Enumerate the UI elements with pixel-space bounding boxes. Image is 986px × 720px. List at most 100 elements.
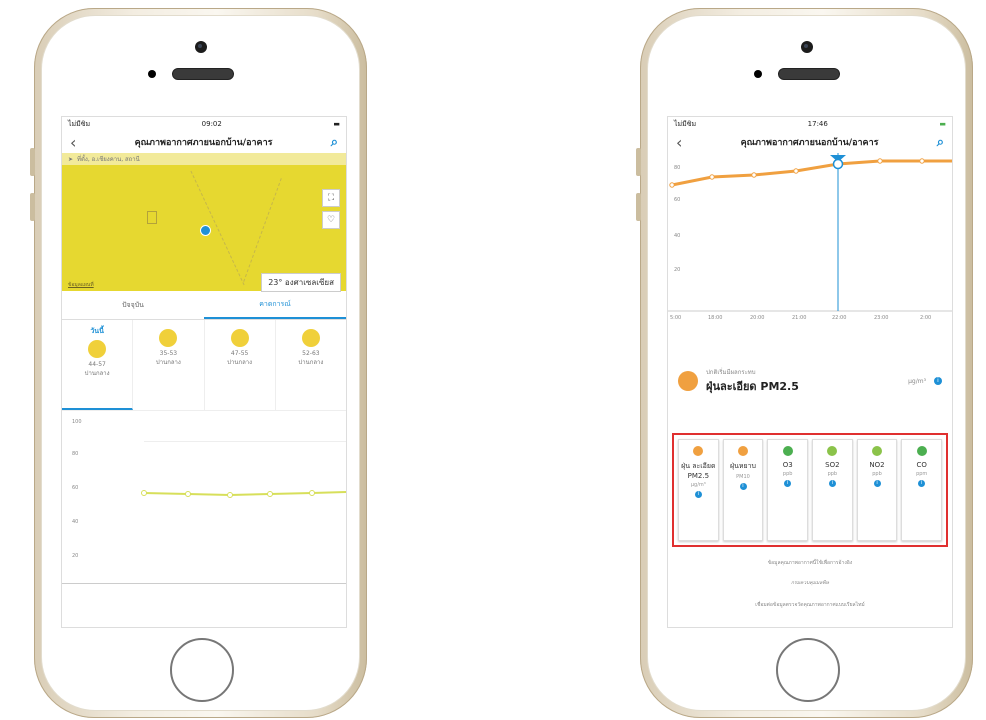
pollutant-name: SO2 (825, 461, 840, 469)
search-icon[interactable]: ⌕ (937, 135, 944, 150)
sensor-dot (754, 70, 762, 78)
info-icon[interactable]: i (873, 480, 881, 487)
forecast-desc: ปานกลาง (155, 359, 181, 366)
left-app-screen: ไม่มีซิม 09:02 ▬ ‹ คุณภาพอากาศภายนอกบ้าน… (61, 116, 347, 628)
forecast-desc: ปานกลาง (227, 359, 253, 366)
carrier-label: ไม่มีซิม (68, 119, 91, 128)
pollutant-card[interactable]: NO2 ppb i (856, 439, 898, 541)
selected-point (832, 158, 844, 170)
pollutant-unit: PM10 (736, 474, 750, 480)
left-phone-frame: ไม่มีซิม 09:02 ▬ ‹ คุณภาพอากาศภายนอกบ้าน… (30, 8, 367, 718)
footer-realtime-note: เชื่อมต่อข้อมูลตรวจวัดคุณภาพอากาศแบบเรีย… (755, 602, 865, 608)
current-location-dot (200, 225, 211, 236)
info-icon[interactable]: i (918, 480, 926, 487)
pollutant-unit: ppb (872, 471, 882, 477)
nav-bar: ‹ คุณภาพอากาศภายนอกบ้าน/อาคาร ⌕ (62, 131, 346, 153)
search-icon[interactable]: ⌕ (331, 135, 338, 150)
sensor-dot (148, 70, 156, 78)
map-road (190, 170, 245, 286)
location-text: ที่ตั้ง, อ.เชียงคาน, สถานี (77, 156, 140, 163)
forecast-desc: ปานกลาง (84, 370, 110, 377)
pollutant-status-dot (827, 446, 838, 456)
time-label: 09:02 (201, 120, 222, 128)
quality-pollutant: ฝุ่นละเอียด PM2.5 (706, 380, 799, 393)
info-icon[interactable]: i (784, 480, 792, 487)
quality-unit: µg/m³ (908, 377, 926, 385)
forecast-day[interactable]: 35-53 ปานกลาง (133, 320, 205, 410)
x-tick-label: 5:00 (670, 315, 682, 321)
forecast-day[interactable]: วันนี้ 44-57 ปานกลาง (62, 320, 134, 410)
hourly-point (793, 168, 799, 174)
page-title: คุณภาพอากาศภายนอกบ้าน/อาคาร (134, 138, 273, 148)
x-tick-label: 23:00 (874, 315, 889, 321)
expand-map-icon[interactable]: ⛶ (322, 189, 340, 207)
forecast-day[interactable]: 52-63 ปานกลาง (276, 320, 346, 410)
back-chevron-icon[interactable]: ‹ (676, 133, 682, 152)
map-view[interactable]: ⛶ ♡ 23° องศาเซลเซียส ข้อมูลแผนที่ (62, 165, 346, 292)
right-phone-side-button (636, 193, 641, 221)
hourly-point (751, 172, 757, 178)
forecast-range: 35-53 (159, 350, 178, 357)
pollutant-card[interactable]: CO ppm i (901, 439, 943, 541)
info-icon[interactable]: i (694, 491, 702, 498)
info-icon[interactable]: i (828, 480, 836, 487)
map-legal-link[interactable]: ข้อมูลแผนที่ (68, 281, 94, 289)
forecast-day-label: วันนี้ (90, 327, 104, 335)
temperature-badge: 23° องศาเซลเซียส (261, 273, 341, 292)
aqi-circle (88, 340, 107, 358)
tab-forecast[interactable]: คาดการณ์ (204, 291, 346, 319)
quality-text: ปกติเริ่มมีผลกระทบ ฝุ่นละเอียด PM2.5 (706, 367, 799, 395)
pollutant-status-dot (693, 446, 704, 456)
speaker-grille (778, 68, 840, 80)
forecast-desc: ปานกลาง (298, 359, 324, 366)
quality-summary: ปกติเริ่มมีผลกระทบ ฝุ่นละเอียด PM2.5 µg/… (668, 357, 952, 395)
x-tick-label: 18:00 (708, 315, 723, 321)
hourly-point (877, 158, 883, 164)
forecast-line (141, 490, 346, 498)
info-icon[interactable]: i (739, 483, 747, 490)
pollutant-status-dot (738, 446, 748, 456)
quality-status-label: ปกติเริ่มมีผลกระทบ (706, 369, 756, 376)
right-phone-frame: ไม่มีซิม 17:46 ▬ ‹ คุณภาพอากาศภายนอกบ้าน… (636, 8, 973, 718)
favorite-heart-icon[interactable]: ♡ (322, 211, 340, 229)
forecast-point (185, 491, 191, 497)
pollutant-card[interactable]: O3 ppb i (767, 439, 809, 541)
footer-source-link[interactable]: กรมควบคุมมลพิษ (668, 579, 952, 587)
camera-icon (801, 41, 813, 53)
pollutant-card[interactable]: ฝุ่นหยาบ PM10 i (722, 439, 764, 541)
x-tick-label: 21:00 (792, 315, 807, 321)
hourly-point (709, 174, 715, 180)
forecast-point (267, 491, 273, 497)
forecast-row: วันนี้ 44-57 ปานกลาง 35-53 ปานกลาง 47-55… (62, 320, 346, 411)
forecast-day[interactable]: 47-55 ปานกลาง (205, 320, 276, 410)
hourly-chart[interactable]: 80 60 40 20 5:00 18:00 20:00 21:00 22:00… (668, 153, 952, 329)
footer-note: ข้อมูลคุณภาพอากาศนี้ใช้เพื่อการอ้างอิง (767, 560, 853, 566)
forecast-range: 47-55 (230, 350, 249, 357)
pollutant-status-dot (916, 446, 927, 456)
hourly-line (668, 153, 952, 312)
location-bar[interactable]: ➤ ที่ตั้ง, อ.เชียงคาน, สถานี (62, 153, 346, 165)
quality-status-dot (678, 371, 698, 391)
time-label: 17:46 (807, 120, 828, 128)
tab-bar: ปัจจุบัน คาดการณ์ (62, 291, 346, 320)
tab-current[interactable]: ปัจจุบัน (62, 291, 204, 319)
back-chevron-icon[interactable]: ‹ (70, 133, 76, 152)
map-building-icon (147, 211, 157, 224)
home-button[interactable] (170, 638, 234, 702)
forecast-point (141, 490, 147, 496)
home-button[interactable] (776, 638, 840, 702)
pollutant-status-dot (872, 446, 883, 456)
forecast-point (227, 492, 233, 498)
x-tick-label: 20:00 (750, 315, 765, 321)
pollutant-card[interactable]: SO2 ppb i (812, 439, 853, 541)
aqi-circle (159, 329, 178, 347)
forecast-range: 44-57 (88, 361, 106, 368)
aqi-circle (301, 329, 320, 347)
forecast-point (309, 490, 315, 496)
pollutant-cards: ฝุ่น ละเอียด PM2.5 µg/m³ i ฝุ่นหยาบ PM10… (672, 433, 948, 547)
info-icon[interactable]: i (934, 377, 942, 385)
speaker-grille (172, 68, 234, 80)
pollutant-card[interactable]: ฝุ่น ละเอียด PM2.5 µg/m³ i (678, 439, 719, 541)
carrier-label: ไม่มีซิม (674, 119, 697, 128)
location-arrow-icon: ➤ (68, 155, 74, 163)
